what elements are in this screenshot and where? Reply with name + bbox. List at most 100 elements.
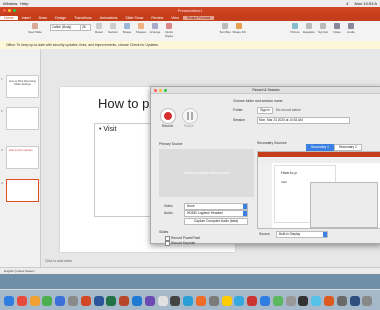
pause-button[interactable] xyxy=(182,108,198,124)
font-size-select[interactable]: 28 xyxy=(80,24,91,31)
dock-app-icon[interactable] xyxy=(362,296,373,306)
dock-app-icon[interactable] xyxy=(29,296,40,306)
dock-app-icon[interactable] xyxy=(55,296,66,306)
record-keynote-label: Record Keynote xyxy=(171,241,196,245)
audio-icon xyxy=(348,23,354,29)
dock-app-icon[interactable] xyxy=(221,296,232,306)
pause-label: Pause xyxy=(184,124,194,128)
secondary-source-select[interactable]: Built-in Display xyxy=(276,231,328,238)
dock-app-icon[interactable] xyxy=(68,296,78,306)
menu-help[interactable]: Help xyxy=(20,1,28,6)
shapes-button[interactable]: Shapes xyxy=(134,23,148,34)
new-slide-button[interactable]: New Slide xyxy=(28,23,42,34)
dock-app-icon[interactable] xyxy=(208,296,219,306)
thumb-text: How to Print Recording Mode Settings xyxy=(9,80,36,86)
dock-app-icon[interactable] xyxy=(285,296,296,306)
shape-fill-button[interactable]: Shape Fill xyxy=(232,23,246,34)
new-slide-icon xyxy=(32,23,38,29)
tab-secondary-1[interactable]: Secondary 1 xyxy=(306,144,334,151)
dock-app-icon[interactable] xyxy=(311,296,322,306)
dock-app-icon[interactable] xyxy=(298,296,309,306)
status-count[interactable]: 4 xyxy=(346,1,348,6)
slide-thumbnail-4[interactable] xyxy=(6,179,39,202)
pause-icon xyxy=(187,112,189,120)
dock-app-icon[interactable] xyxy=(260,296,270,306)
chevron-down-icon xyxy=(243,211,247,216)
slide-thumbnail-2[interactable] xyxy=(6,107,39,130)
close-window-icon[interactable] xyxy=(154,88,157,92)
picture-button[interactable]: Picture xyxy=(288,23,302,34)
audio-button[interactable]: Audio xyxy=(344,23,358,34)
dock-app-icon[interactable] xyxy=(349,296,360,306)
arrange-button[interactable]: Arrange xyxy=(148,23,162,34)
reset-button[interactable]: Reset xyxy=(92,23,106,34)
menu-window[interactable]: Window xyxy=(3,1,17,6)
dock xyxy=(0,289,380,310)
section-button[interactable]: Section xyxy=(106,23,120,34)
tab-animations[interactable]: Animations xyxy=(96,16,122,20)
tab-transitions[interactable]: Transitions xyxy=(70,16,95,20)
clock[interactable]: Mon 10:53 A xyxy=(355,1,377,6)
dock-app-icon[interactable] xyxy=(324,296,334,306)
tab-view[interactable]: View xyxy=(167,16,183,20)
dock-app-icon[interactable] xyxy=(157,296,168,306)
thumb-text: How to print settings xyxy=(9,149,33,152)
session-name-input[interactable]: Mon, Mar 23 2020 at 10:53 AM xyxy=(257,117,350,124)
tab-insert[interactable]: Insert xyxy=(18,16,35,20)
mini-slide-bullet: Visit xyxy=(281,180,287,184)
record-icon xyxy=(164,112,172,120)
dock-app-icon[interactable] xyxy=(80,296,91,306)
symbol-button[interactable]: Symbol xyxy=(316,23,330,34)
equation-button[interactable]: Equation xyxy=(302,23,316,34)
dock-app-icon[interactable] xyxy=(272,296,283,306)
slides-heading: Slides xyxy=(159,230,169,234)
video-button[interactable]: Video xyxy=(330,23,344,34)
notes-pane[interactable]: Click to add notes xyxy=(41,253,181,267)
record-keynote-checkbox[interactable] xyxy=(165,241,170,246)
zoom-window-icon[interactable] xyxy=(164,88,167,92)
dock-app-icon[interactable] xyxy=(4,296,14,306)
slide-thumbnail-3[interactable]: How to print settings xyxy=(6,146,39,169)
dock-app-icon[interactable] xyxy=(42,296,53,306)
record-button[interactable] xyxy=(160,108,176,124)
source-label: Source xyxy=(259,232,270,236)
tab-shape-format[interactable]: Shape Format xyxy=(182,16,214,20)
dock-app-icon[interactable] xyxy=(234,296,245,306)
dock-app-icon[interactable] xyxy=(144,296,155,306)
dock-app-icon[interactable] xyxy=(106,296,117,306)
minimize-window-icon[interactable] xyxy=(159,88,162,92)
dock-app-icon[interactable] xyxy=(119,296,130,306)
dock-app-icon[interactable] xyxy=(336,296,347,306)
tab-review[interactable]: Review xyxy=(147,16,167,20)
tab-draw[interactable]: Draw xyxy=(35,16,51,20)
thumb-number: 4 xyxy=(1,181,3,185)
language-status[interactable]: English (United States) xyxy=(4,269,35,273)
mini-thumbs xyxy=(258,163,272,228)
dock-app-icon[interactable] xyxy=(183,296,194,306)
dock-app-icon[interactable] xyxy=(247,296,258,306)
video-source-select[interactable]: None xyxy=(184,203,248,210)
dock-app-icon[interactable] xyxy=(132,296,142,306)
dock-app-icon[interactable] xyxy=(170,296,181,306)
capture-audio-button[interactable]: Capture Computer Audio (beta) xyxy=(184,218,248,225)
shape-button[interactable]: Shape xyxy=(120,23,134,34)
text-box-button[interactable]: Text Box xyxy=(218,23,232,34)
sign-in-button[interactable]: Sign in xyxy=(257,107,273,114)
picture-icon xyxy=(292,23,298,29)
dock-app-icon[interactable] xyxy=(16,296,27,306)
font-name-select[interactable]: Calibri (Body) xyxy=(50,24,81,31)
arrange-icon xyxy=(152,23,158,29)
secondary-tabs: Secondary 1 Secondary 2 xyxy=(306,144,362,151)
ribbon: Calibri (Body) 28 New Slide Reset Sectio… xyxy=(0,21,380,42)
dock-app-icon[interactable] xyxy=(196,296,206,306)
slide-title[interactable]: How to pr xyxy=(98,96,154,111)
tab-slide-show[interactable]: Slide Show xyxy=(121,16,147,20)
dock-app-icon[interactable] xyxy=(93,296,104,306)
quick-styles-icon xyxy=(166,23,172,29)
slide-thumbnail-1[interactable]: How to Print Recording Mode Settings xyxy=(6,75,39,98)
tab-secondary-2[interactable]: Secondary 2 xyxy=(333,144,362,151)
tab-design[interactable]: Design xyxy=(51,16,70,20)
audio-source-select[interactable]: HD630 Logitech Headset xyxy=(184,210,248,217)
quick-styles-button[interactable]: Quick Styles xyxy=(162,23,176,38)
tab-home[interactable]: Home xyxy=(0,16,18,20)
